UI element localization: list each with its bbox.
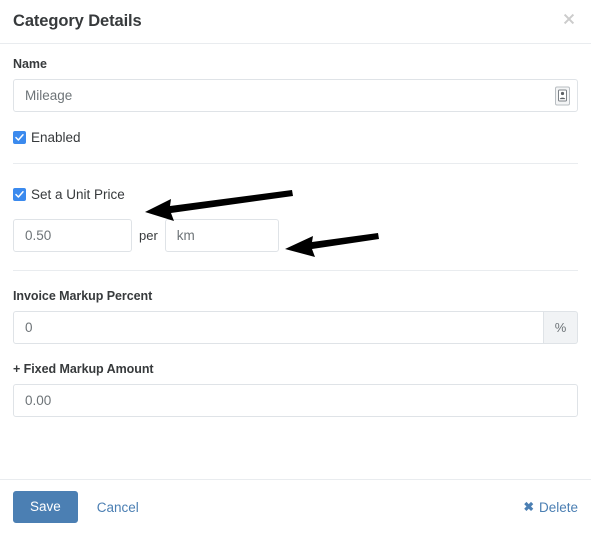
dialog-header: Category Details (0, 0, 591, 44)
name-input[interactable] (13, 79, 578, 112)
set-unit-price-checkbox-row[interactable]: Set a Unit Price (13, 187, 578, 202)
fixed-markup-amount-label: + Fixed Markup Amount (13, 362, 154, 376)
delete-button[interactable]: ✖ Delete (523, 500, 578, 515)
cancel-button[interactable]: Cancel (97, 500, 139, 515)
save-button[interactable]: Save (13, 491, 78, 523)
set-unit-price-label[interactable]: Set a Unit Price (31, 187, 125, 202)
name-field-group (13, 79, 578, 112)
unit-input[interactable] (164, 219, 279, 252)
name-label: Name (13, 57, 47, 71)
invoice-markup-percent-label: Invoice Markup Percent (13, 289, 153, 303)
x-mark-icon: ✖ (523, 499, 534, 514)
unit-price-row: per (13, 219, 578, 252)
autofill-card-icon[interactable] (555, 86, 570, 105)
delete-label: Delete (538, 499, 578, 515)
invoice-markup-percent-input[interactable] (13, 311, 544, 344)
per-label: per (139, 228, 158, 243)
dialog-footer: Save Cancel ✖ Delete (0, 479, 591, 537)
enabled-label[interactable]: Enabled (31, 130, 81, 145)
enabled-checkbox[interactable] (13, 131, 26, 144)
category-details-dialog: Category Details Name Mileage Enabled Se… (0, 0, 591, 537)
close-icon[interactable] (558, 8, 580, 30)
dialog-title: Category Details (13, 12, 142, 30)
unit-price-input[interactable] (13, 219, 132, 252)
dialog-body: Name Enabled (0, 44, 591, 479)
enabled-checkbox-row[interactable]: Enabled (13, 130, 578, 145)
set-unit-price-checkbox[interactable] (13, 188, 26, 201)
percent-addon: % (544, 311, 578, 344)
fixed-markup-amount-input[interactable] (13, 384, 578, 417)
invoice-markup-percent-group: % (13, 311, 578, 344)
